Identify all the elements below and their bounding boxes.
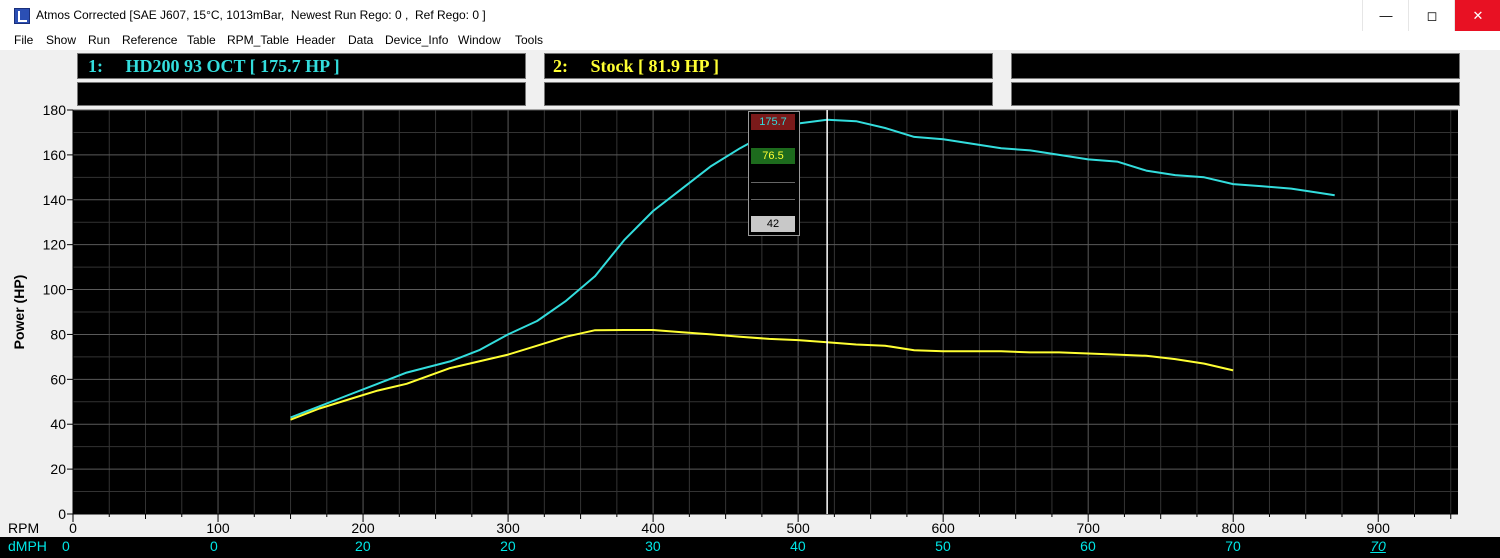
speed-tick-label: 50 (935, 538, 951, 554)
y-tick-label: 120 (43, 237, 67, 253)
speed-tick-label: 30 (645, 538, 661, 554)
x-axis-label: RPM (8, 520, 39, 536)
y-tick-label: 80 (50, 326, 66, 342)
x-tick-label: 600 (931, 520, 955, 536)
cursor-value-run-2: 76.5 (751, 148, 795, 164)
x-tick-label: 500 (786, 520, 810, 536)
x-tick-label: 300 (496, 520, 520, 536)
cursor-speed-value: 42 (751, 216, 795, 232)
speed-tick-label: 70 (1225, 538, 1241, 554)
x-tick-label: 900 (1367, 520, 1391, 536)
x-tick-label: 0 (69, 520, 77, 536)
y-tick-label: 160 (43, 147, 67, 163)
speed-tick-label: 70 (1370, 538, 1386, 554)
speed-tick-label: 0 (62, 538, 70, 554)
y-axis: 0 20 40 60 80 100 120 140 160 180 (43, 102, 74, 522)
y-tick-label: 0 (58, 506, 66, 522)
y-tick-label: 20 (50, 461, 66, 477)
speed-axis-strip: dMPH 0 0 20 20 30 40 50 60 70 70 (0, 537, 1500, 558)
y-tick-label: 180 (43, 102, 67, 118)
cursor-readout: 175.7 76.5 42 (748, 111, 800, 236)
x-tick-label: 800 (1222, 520, 1246, 536)
power-chart[interactable]: 020406080100120140160180 0 100 200 300 400 50… (0, 0, 1500, 558)
x-tick-label: 400 (641, 520, 665, 536)
x-tick-label: 100 (206, 520, 230, 536)
y-tick-label: 100 (43, 282, 67, 298)
cursor-value-run-3 (751, 182, 795, 200)
y-tick-label: 40 (50, 416, 66, 432)
speed-tick-label: 20 (355, 538, 371, 554)
speed-tick-label: 0 (210, 538, 218, 554)
speed-tick-label: 20 (500, 538, 516, 554)
x-axis: 0 100 200 300 400 500 600 700 800 900 RPM (8, 513, 1458, 536)
speed-tick-label: 60 (1080, 538, 1096, 554)
x-tick-label: 200 (351, 520, 375, 536)
y-tick-label: 140 (43, 192, 67, 208)
speed-axis-label: dMPH (8, 538, 47, 554)
y-tick-label: 60 (50, 371, 66, 387)
y-axis-label: Power (HP) (11, 275, 27, 350)
cursor-value-run-1: 175.7 (751, 114, 795, 130)
x-tick-label: 700 (1077, 520, 1101, 536)
speed-tick-label: 40 (790, 538, 806, 554)
